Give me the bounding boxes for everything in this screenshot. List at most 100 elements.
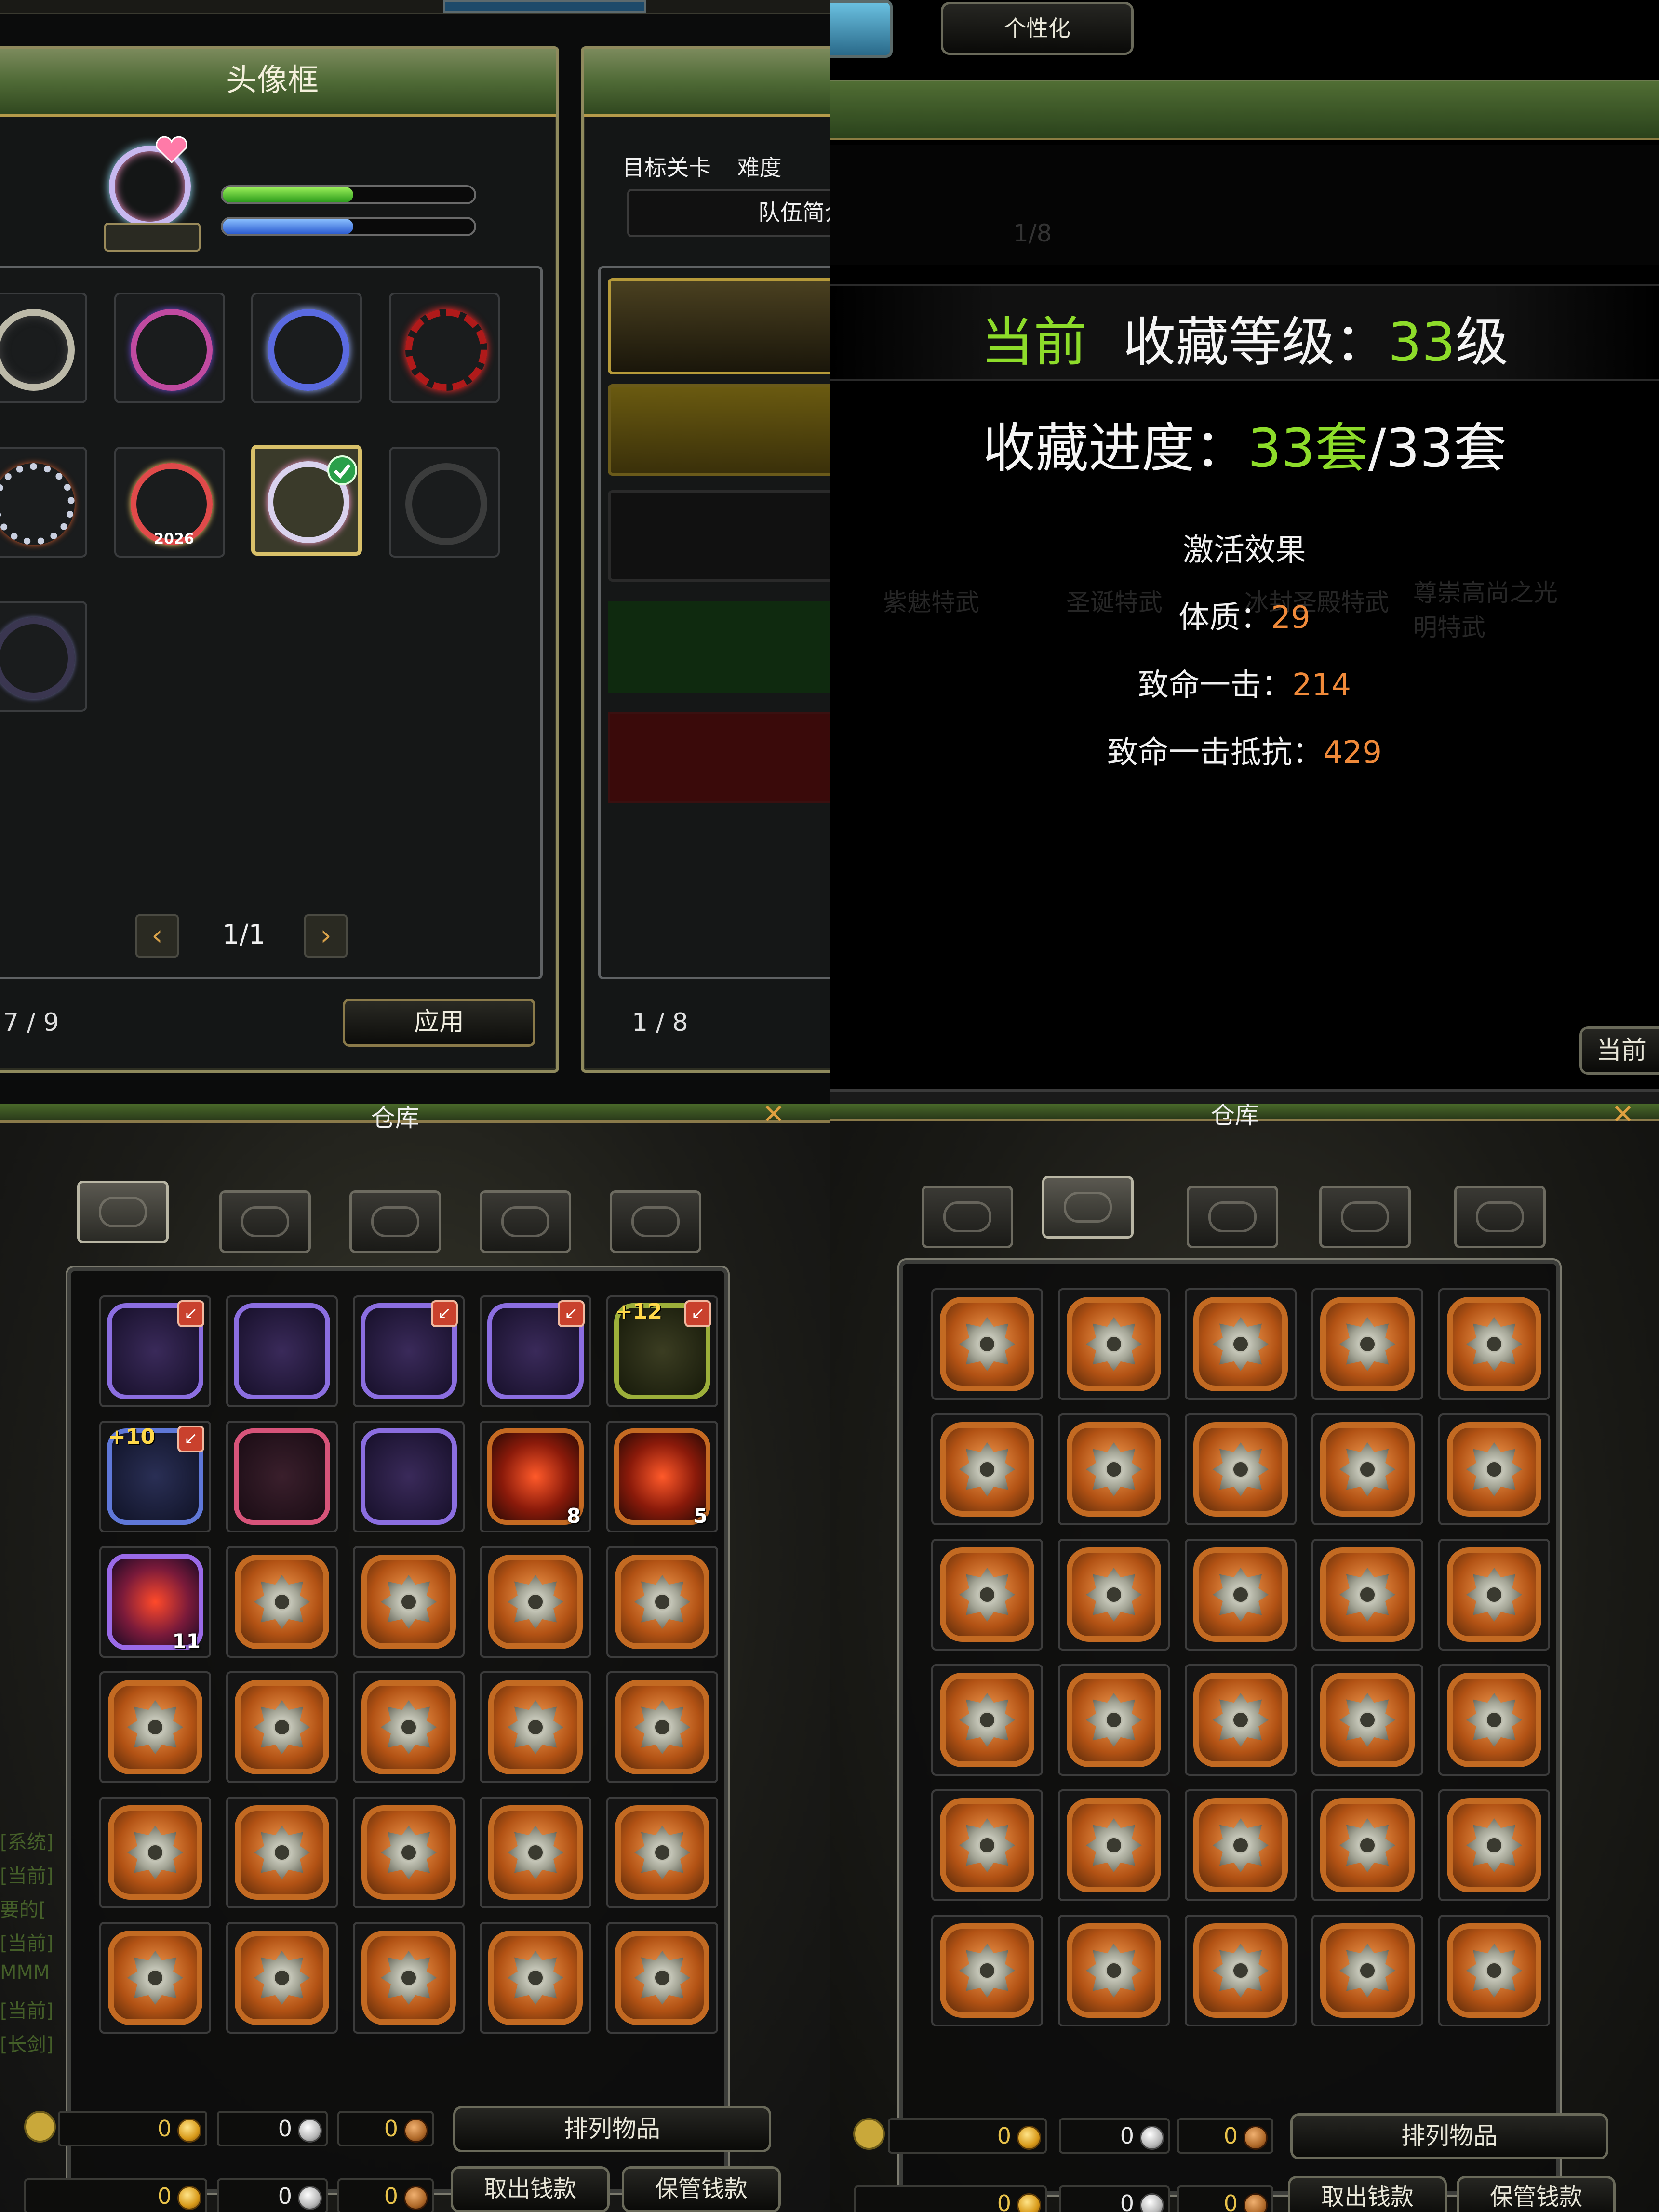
inventory-slot[interactable]: ↙ +12 [606,1295,718,1407]
inventory-slot[interactable] [1058,1539,1170,1651]
withdraw-money-button[interactable]: 取出钱款 [451,2166,610,2212]
inventory-slot[interactable] [353,1922,465,2034]
inventory-slot[interactable]: ↙ [480,1295,591,1407]
inventory-slot[interactable] [353,1421,465,1532]
apply-button[interactable]: 应用 [343,999,535,1047]
warehouse-tab-1[interactable] [77,1181,169,1243]
warehouse-tab-4[interactable] [480,1190,571,1253]
inventory-slot[interactable] [1438,1664,1550,1776]
frame-slot[interactable] [114,293,225,403]
inventory-slot[interactable] [1058,1664,1170,1776]
inventory-slot[interactable] [1058,1915,1170,2026]
inventory-slot[interactable]: ↙ [353,1295,465,1407]
inventory-slot[interactable] [606,1546,718,1658]
inventory-slot[interactable] [606,1922,718,2034]
warehouse-tab-3[interactable] [349,1190,441,1253]
close-icon[interactable]: ✕ [1611,1104,1635,1128]
warehouse-tab-5[interactable] [1454,1186,1546,1248]
lock-icon[interactable] [853,2118,885,2150]
inventory-slot[interactable] [1185,1664,1297,1776]
inventory-slot[interactable] [1438,1288,1550,1400]
inventory-slot[interactable] [353,1546,465,1658]
frame-slot[interactable] [0,601,87,712]
inventory-slot[interactable] [99,1797,211,1908]
inventory-slot[interactable] [1311,1413,1423,1525]
frame-slot[interactable] [389,447,500,558]
inventory-slot[interactable] [931,1915,1043,2026]
inventory-slot[interactable]: ↙ +10 [99,1421,211,1532]
inventory-slot[interactable] [480,1546,591,1658]
inventory-slot[interactable] [1311,1539,1423,1651]
inventory-slot[interactable] [1185,1288,1297,1400]
inventory-slot[interactable] [931,1288,1043,1400]
inventory-slot[interactable] [931,1539,1043,1651]
stage-row[interactable] [608,384,830,476]
inventory-slot[interactable]: 11 [99,1546,211,1658]
frame-slot[interactable]: 2026 [114,447,225,558]
inventory-slot[interactable] [1311,1664,1423,1776]
inventory-slot[interactable] [1185,1915,1297,2026]
inventory-slot[interactable] [1311,1288,1423,1400]
frame-slot[interactable] [251,293,362,403]
inventory-slot[interactable] [226,1546,338,1658]
inventory-slot[interactable] [1185,1789,1297,1901]
inventory-slot[interactable] [1311,1915,1423,2026]
tab-active-partial[interactable] [830,0,893,58]
inventory-slot[interactable] [353,1671,465,1783]
tab-personalize[interactable]: 个性化 [941,2,1134,55]
current-button[interactable]: 当前 [1579,1026,1659,1075]
inventory-slot[interactable] [226,1671,338,1783]
deposit-money-button[interactable]: 保管钱款 [1457,2176,1616,2212]
inventory-slot[interactable] [99,1671,211,1783]
frame-slot[interactable] [0,447,87,558]
next-page-button[interactable]: › [304,914,348,958]
inventory-slot[interactable]: 5 [606,1421,718,1532]
lock-icon[interactable] [24,2111,56,2143]
inventory-slot[interactable] [606,1797,718,1908]
inventory-slot[interactable] [1185,1413,1297,1525]
warehouse-tab-2[interactable] [219,1190,311,1253]
stage-row[interactable] [608,278,830,374]
inventory-slot[interactable] [1438,1915,1550,2026]
inventory-slot[interactable] [1311,1789,1423,1901]
frame-slot-selected[interactable] [251,445,362,556]
inventory-slot[interactable] [480,1922,591,2034]
inventory-slot[interactable] [1185,1539,1297,1651]
prev-page-button[interactable]: ‹ [135,914,179,958]
inventory-slot[interactable] [1438,1789,1550,1901]
inventory-slot[interactable] [606,1671,718,1783]
inventory-slot[interactable] [226,1922,338,2034]
inventory-slot[interactable] [1438,1539,1550,1651]
inventory-slot[interactable] [931,1664,1043,1776]
inventory-slot[interactable] [226,1797,338,1908]
stage-row[interactable] [608,712,830,803]
withdraw-money-button[interactable]: 取出钱款 [1288,2176,1447,2212]
sort-items-button[interactable]: 排列物品 [1290,2113,1608,2159]
inventory-slot[interactable] [226,1295,338,1407]
stage-row[interactable] [608,601,830,693]
inventory-slot[interactable] [99,1922,211,2034]
inventory-slot[interactable]: 8 [480,1421,591,1532]
stage-row[interactable] [608,490,830,582]
sort-items-button[interactable]: 排列物品 [453,2106,771,2152]
inventory-slot[interactable] [1438,1413,1550,1525]
frame-slot[interactable] [389,293,500,403]
warehouse-tab-3[interactable] [1187,1186,1278,1248]
inventory-slot[interactable] [480,1797,591,1908]
inventory-slot[interactable]: ↙ [99,1295,211,1407]
team-intro[interactable]: 队伍简介 [627,189,830,237]
warehouse-tab-2[interactable] [1042,1176,1134,1239]
close-icon[interactable]: ✕ [762,1104,786,1128]
top-tab-highlight[interactable] [443,0,646,13]
warehouse-tab-4[interactable] [1319,1186,1411,1248]
inventory-slot[interactable] [1058,1288,1170,1400]
inventory-slot[interactable] [931,1413,1043,1525]
warehouse-tab-1[interactable] [922,1186,1013,1248]
inventory-slot[interactable] [480,1671,591,1783]
warehouse-tab-5[interactable] [610,1190,701,1253]
inventory-slot[interactable] [1058,1789,1170,1901]
frame-slot[interactable] [0,293,87,403]
deposit-money-button[interactable]: 保管钱款 [622,2166,781,2212]
inventory-slot[interactable] [226,1421,338,1532]
inventory-slot[interactable] [1058,1413,1170,1525]
